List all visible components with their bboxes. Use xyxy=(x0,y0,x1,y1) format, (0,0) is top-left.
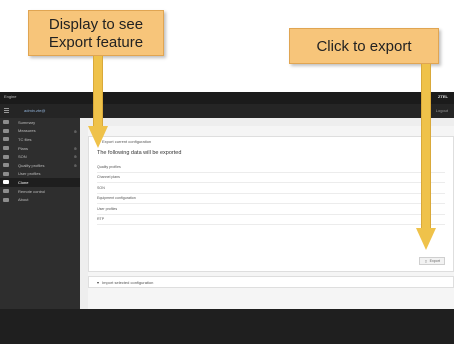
sidebar-item-summary[interactable]: Summary xyxy=(0,118,80,127)
plans-icon xyxy=(3,146,9,151)
sidebar-item-about[interactable]: About xyxy=(0,195,80,204)
export-icon: ⇪ xyxy=(424,258,428,264)
expand-icon: ⊕ xyxy=(73,145,77,151)
clone-icon xyxy=(3,180,9,185)
sidebar-item-label: User profiles xyxy=(18,171,41,177)
sidebar-item-label: Plans xyxy=(18,145,29,151)
export-button[interactable]: ⇪ Export xyxy=(419,257,445,265)
expand-icon: ⊕ xyxy=(73,162,77,168)
export-row: Quality profiles xyxy=(97,162,445,173)
user-bar: admin.zte@ Logout xyxy=(0,104,454,118)
top-bar: Engine ZTEL xyxy=(0,92,454,104)
export-row: User profiles xyxy=(97,204,445,215)
sidebar-item-label: Summary xyxy=(18,119,36,125)
page: Engine ZTEL admin.zte@ Logout Summary Me… xyxy=(0,0,454,344)
sidebar-item-label: Measures xyxy=(18,128,36,134)
expand-icon: ⊕ xyxy=(73,154,77,160)
sidebar-item-label: TC files xyxy=(18,136,32,142)
sidebar-item-label: SON xyxy=(18,154,27,160)
arrow-shaft xyxy=(421,64,431,228)
info-icon xyxy=(3,197,9,202)
menu-icon[interactable] xyxy=(4,108,9,113)
callout-line: Display to see xyxy=(48,16,144,33)
quality-icon xyxy=(3,163,9,168)
export-panel-title: Export current configuration xyxy=(102,139,152,144)
sidebar-item-measures[interactable]: Measures ⊕ xyxy=(0,127,80,136)
import-panel-title: Import selected configuration xyxy=(102,279,154,285)
app-name: Engine xyxy=(4,94,17,99)
export-list-title: The following data will be exported xyxy=(97,150,182,156)
sidebar-item-quality-profiles[interactable]: Quality profiles ⊕ xyxy=(0,161,80,170)
expand-icon: ⊕ xyxy=(73,128,77,134)
logout-link[interactable]: Logout xyxy=(436,108,448,113)
export-row: Equipment configuration xyxy=(97,194,445,204)
user-icon xyxy=(3,171,9,176)
callout-display-export: Display to see Export feature xyxy=(28,10,164,56)
arrow-down-icon xyxy=(88,126,108,148)
sidebar-item-clone[interactable]: Clone xyxy=(0,178,80,187)
sidebar-item-remote-control[interactable]: Remote control xyxy=(0,187,80,196)
export-panel-body: The following data will be exported Qual… xyxy=(89,146,453,229)
username[interactable]: admin.zte@ xyxy=(24,108,45,113)
chart-icon xyxy=(3,128,9,133)
export-row: RTP xyxy=(97,215,445,225)
sidebar-item-label: About xyxy=(18,197,29,203)
remote-icon xyxy=(3,189,9,194)
file-icon xyxy=(3,137,9,142)
callout-line: Export feature xyxy=(48,34,144,51)
brand-logo: ZTEL xyxy=(438,94,448,99)
export-row: SON xyxy=(97,183,445,194)
export-button-label: Export xyxy=(429,259,440,263)
dashboard-icon xyxy=(3,120,9,125)
import-panel: ▾ Import selected configuration xyxy=(88,276,454,288)
arrow-down-icon xyxy=(416,228,436,250)
sidebar-item-user-profiles[interactable]: User profiles xyxy=(0,170,80,179)
sidebar-item-label: Remote control xyxy=(18,188,46,194)
footer-bar xyxy=(0,309,454,344)
sidebar-item-plans[interactable]: Plans ⊕ xyxy=(0,144,80,153)
chevron-down-icon: ▾ xyxy=(97,279,100,285)
export-panel-header[interactable]: ▾ Export current configuration xyxy=(89,137,453,146)
app-screenshot: Engine ZTEL admin.zte@ Logout Summary Me… xyxy=(0,92,454,344)
arrow-shaft xyxy=(93,56,103,126)
son-icon xyxy=(3,154,9,159)
export-panel: ▾ Export current configuration The follo… xyxy=(88,136,454,272)
sidebar-item-tc-files[interactable]: TC files xyxy=(0,135,80,144)
callout-click-export: Click to export xyxy=(289,28,439,64)
sidebar-item-label: Quality profiles xyxy=(18,162,45,168)
import-panel-header[interactable]: ▾ Import selected configuration xyxy=(89,277,453,287)
export-row: Channel plans xyxy=(97,173,445,183)
content-area: ▾ Export current configuration The follo… xyxy=(88,126,454,330)
callout-line: Click to export xyxy=(316,38,412,55)
sidebar-item-son[interactable]: SON ⊕ xyxy=(0,152,80,161)
sidebar-item-label: Clone xyxy=(18,179,29,185)
